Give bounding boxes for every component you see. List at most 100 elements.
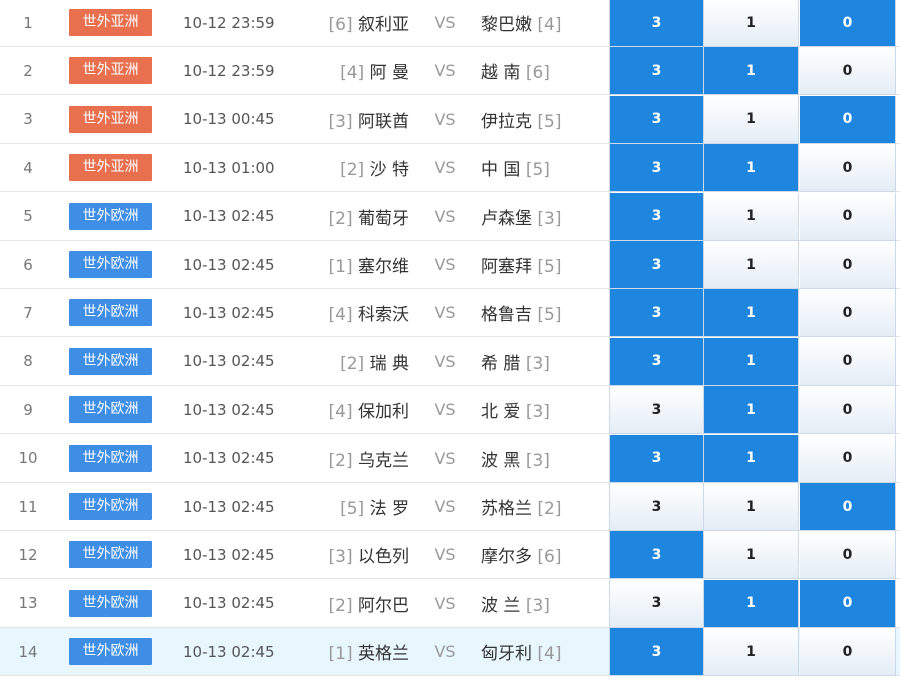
- home-team-rank: [2]: [328, 595, 353, 616]
- match-row[interactable]: 7 世外欧洲 10-13 02:45 [4] 科索沃 VS 格鲁吉 [5] 3 1 0: [0, 289, 900, 338]
- league-badge[interactable]: 世外欧洲: [69, 444, 152, 472]
- home-team-rank: [5]: [340, 499, 365, 519]
- home-team-rank: [4]: [328, 402, 353, 423]
- home-team-rank: [1]: [328, 644, 353, 665]
- result-option-3-button[interactable]: 3: [609, 628, 704, 677]
- result-option-0-button[interactable]: 0: [800, 531, 896, 580]
- match-row[interactable]: 14 世外欧洲 10-13 02:45 [1] 英格兰 VS 匈牙利 [4] 3 1 0: [0, 628, 900, 677]
- result-option-3-button[interactable]: 3: [609, 337, 704, 386]
- result-option-3-button[interactable]: 3: [609, 144, 704, 193]
- result-option-1-button[interactable]: 1: [704, 337, 799, 386]
- result-option-1-button[interactable]: 1: [704, 483, 799, 531]
- result-option-0-button[interactable]: 0: [800, 483, 896, 531]
- match-row[interactable]: 9 世外欧洲 10-13 02:45 [4] 保加利 VS 北 爱 [3] 3 1 0: [0, 386, 900, 435]
- league-badge[interactable]: 世外欧洲: [69, 202, 152, 230]
- result-option-1-button[interactable]: 1: [704, 144, 799, 193]
- match-row[interactable]: 5 世外欧洲 10-13 02:45 [2] 葡萄牙 VS 卢森堡 [3] 3 1 0: [0, 192, 900, 241]
- result-option-0-button[interactable]: 0: [800, 192, 896, 241]
- result-option-3-button[interactable]: 3: [609, 47, 704, 96]
- result-option-0-button[interactable]: 0: [800, 579, 896, 628]
- result-option-0-button[interactable]: 0: [800, 386, 896, 435]
- league-badge[interactable]: 世外欧洲: [69, 347, 152, 375]
- away-team-rank: [5]: [537, 305, 562, 326]
- result-option-0-button[interactable]: 0: [800, 47, 896, 96]
- away-team: 摩尔多 [6]: [481, 542, 562, 567]
- home-team: [6] 叙利亚: [329, 10, 410, 35]
- league-badge[interactable]: 世外亚洲: [69, 57, 152, 85]
- match-row[interactable]: 10 世外欧洲 10-13 02:45 [2] 乌克兰 VS 波 黑 [3] 3 1 0: [0, 434, 900, 483]
- away-team-rank: [5]: [525, 160, 550, 181]
- match-row[interactable]: 6 世外欧洲 10-13 02:45 [1] 塞尔维 VS 阿塞拜 [5] 3 1 0: [0, 241, 900, 289]
- league-badge[interactable]: 世外欧洲: [69, 493, 152, 520]
- league-badge[interactable]: 世外欧洲: [69, 638, 152, 666]
- result-option-1-button[interactable]: 1: [704, 386, 799, 435]
- match-row[interactable]: 13 世外欧洲 10-13 02:45 [2] 阿尔巴 VS 波 兰 [3] 3 1 0: [0, 579, 900, 628]
- result-option-1-button[interactable]: 1: [704, 579, 799, 628]
- result-option-0-button[interactable]: 0: [800, 337, 896, 386]
- match-row[interactable]: 4 世外亚洲 10-13 01:00 [2] 沙 特 VS 中 国 [5] 3 1 0: [0, 144, 900, 193]
- result-option-3-button[interactable]: 3: [609, 241, 704, 289]
- match-row[interactable]: 1 世外亚洲 10-12 23:59 [6] 叙利亚 VS 黎巴嫩 [4] 3 1 0: [0, 0, 900, 47]
- result-option-3-button[interactable]: 3: [609, 386, 704, 435]
- league-badge[interactable]: 世外欧洲: [69, 251, 152, 278]
- result-option-1-button[interactable]: 1: [704, 95, 799, 144]
- home-team: [4] 阿 曼: [340, 58, 409, 83]
- match-row[interactable]: 11 世外欧洲 10-13 02:45 [5] 法 罗 VS 苏格兰 [2] 3 1 0: [0, 483, 900, 531]
- away-team-rank: [6]: [537, 547, 562, 568]
- match-row[interactable]: 12 世外欧洲 10-13 02:45 [3] 以色列 VS 摩尔多 [6] 3 1 0: [0, 531, 900, 580]
- match-time: 10-13 00:45: [183, 110, 275, 129]
- result-option-3-button[interactable]: 3: [609, 434, 704, 483]
- league-badge[interactable]: 世外欧洲: [69, 396, 152, 424]
- result-option-0-button[interactable]: 0: [800, 289, 896, 338]
- home-team: [4] 保加利: [329, 397, 410, 422]
- result-option-3-button[interactable]: 3: [609, 192, 704, 241]
- result-option-3-button[interactable]: 3: [609, 95, 704, 144]
- vs-label: VS: [434, 206, 456, 226]
- result-option-0-button[interactable]: 0: [800, 628, 896, 677]
- match-number: 5: [23, 207, 33, 226]
- league-badge[interactable]: 世外欧洲: [69, 299, 152, 327]
- result-option-3-button[interactable]: 3: [609, 579, 704, 628]
- league-badge[interactable]: 世外亚洲: [69, 105, 152, 133]
- result-option-1-button[interactable]: 1: [704, 628, 799, 677]
- away-team: 苏格兰 [2]: [481, 494, 562, 519]
- away-team-name: 希 腊: [481, 353, 521, 374]
- result-option-0-button[interactable]: 0: [800, 144, 896, 193]
- match-row[interactable]: 2 世外亚洲 10-12 23:59 [4] 阿 曼 VS 越 南 [6] 3 1 0: [0, 47, 900, 96]
- match-number: 7: [23, 303, 33, 322]
- match-row[interactable]: 8 世外欧洲 10-13 02:45 [2] 瑞 典 VS 希 腊 [3] 3 1 0: [0, 337, 900, 386]
- result-option-0-button[interactable]: 0: [800, 0, 896, 47]
- result-option-3-button[interactable]: 3: [609, 289, 704, 338]
- match-table: 1 世外亚洲 10-12 23:59 [6] 叙利亚 VS 黎巴嫩 [4] 3 1 0 2 世外亚洲…: [0, 0, 900, 681]
- match-number: 4: [23, 158, 33, 177]
- result-option-0-button[interactable]: 0: [800, 241, 896, 289]
- match-time: 10-13 02:45: [183, 545, 275, 564]
- away-team: 中 国 [5]: [481, 155, 550, 180]
- league-badge[interactable]: 世外亚洲: [69, 9, 152, 36]
- result-option-1-button[interactable]: 1: [704, 289, 799, 338]
- league-badge[interactable]: 世外欧洲: [69, 589, 152, 617]
- home-team: [2] 沙 特: [340, 155, 409, 180]
- result-option-1-button[interactable]: 1: [704, 47, 799, 96]
- away-team-rank: [3]: [525, 595, 550, 616]
- result-option-0-button[interactable]: 0: [800, 95, 896, 144]
- home-team-rank: [3]: [328, 547, 353, 568]
- home-team-name: 阿 曼: [369, 63, 409, 84]
- result-option-3-button[interactable]: 3: [609, 483, 704, 531]
- result-option-0-button[interactable]: 0: [800, 434, 896, 483]
- league-badge[interactable]: 世外亚洲: [69, 154, 152, 182]
- result-option-1-button[interactable]: 1: [704, 192, 799, 241]
- result-option-1-button[interactable]: 1: [704, 434, 799, 483]
- result-option-3-button[interactable]: 3: [609, 0, 704, 47]
- league-badge[interactable]: 世外欧洲: [69, 541, 152, 569]
- home-team-name: 葡萄牙: [358, 208, 409, 229]
- away-team-name: 越 南: [481, 63, 521, 84]
- result-option-1-button[interactable]: 1: [704, 241, 799, 289]
- match-number: 9: [23, 400, 33, 419]
- result-option-1-button[interactable]: 1: [704, 531, 799, 580]
- match-row[interactable]: 3 世外亚洲 10-13 00:45 [3] 阿联酋 VS 伊拉克 [5] 3 1 0: [0, 95, 900, 144]
- result-option-1-button[interactable]: 1: [704, 0, 799, 47]
- home-team: [2] 瑞 典: [340, 349, 409, 374]
- result-option-3-button[interactable]: 3: [609, 531, 704, 580]
- vs-label: VS: [434, 61, 456, 81]
